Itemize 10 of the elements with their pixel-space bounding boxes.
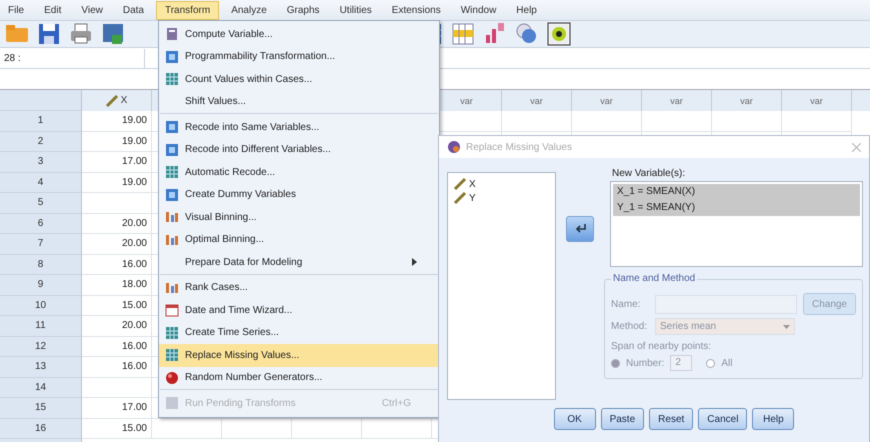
radio-label: Number: bbox=[626, 358, 664, 368]
field-label: Name: bbox=[610, 298, 642, 310]
column-label: X bbox=[120, 95, 128, 106]
field-label: Method: bbox=[610, 321, 648, 332]
window-title: Replace Missing Values bbox=[466, 142, 572, 152]
cell-reference: 28 : bbox=[3, 52, 22, 64]
field-label: Span of nearby points: bbox=[610, 341, 712, 352]
group-title: Name and Method bbox=[610, 273, 698, 284]
radio-label: All bbox=[721, 358, 732, 368]
list-label: New Variable(s): bbox=[610, 168, 686, 181]
